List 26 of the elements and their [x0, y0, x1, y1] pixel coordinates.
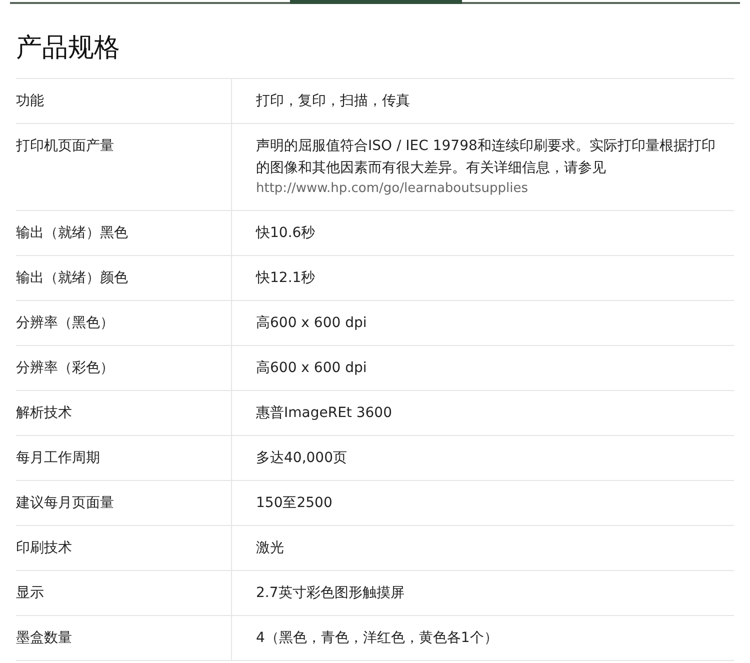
- section-title: 产品规格: [16, 32, 121, 65]
- spec-value: 高600 x 600 dpi: [256, 359, 368, 378]
- spec-value: 快10.6秒: [256, 224, 316, 243]
- spec-label: 解析技术: [16, 405, 72, 421]
- spec-label: 输出（就绪）颜色: [16, 270, 128, 286]
- spec-label: 分辨率（彩色）: [16, 360, 114, 376]
- spec-value: 4（黑色，青色，洋红色，黄色各1个）: [256, 629, 499, 648]
- spec-label: 显示: [16, 585, 44, 601]
- spec-value: 惠普ImageREt 3600: [256, 404, 393, 423]
- spec-value: 多达40,000页: [256, 449, 348, 468]
- spec-value: 快12.1秒: [256, 269, 316, 288]
- spec-label: 分辨率（黑色）: [16, 315, 114, 331]
- spec-label: 打印机页面产量: [16, 138, 114, 154]
- spec-value: 激光: [256, 539, 285, 558]
- spec-value: 打印，复印，扫描，传真: [256, 92, 411, 111]
- spec-label: 建议每月页面量: [16, 495, 114, 511]
- spec-label: 输出（就绪）黑色: [16, 225, 128, 241]
- spec-label: 墨盒数量: [16, 630, 72, 646]
- spec-value: 2.7英寸彩色图形触摸屏: [256, 584, 406, 603]
- spec-label: 每月工作周期: [16, 450, 100, 466]
- spec-label: 印刷技术: [16, 540, 72, 556]
- spec-value: 高600 x 600 dpi: [256, 314, 368, 333]
- spec-value: 声明的屈服值符合ISO / IEC 19798和连续印刷要求。实际打印量根据打印的图像和其他因素而有很大差异。有关详细信息，请参见: [256, 137, 716, 178]
- supplies-link[interactable]: http://www.hp.com/go/learnaboutsupplies: [256, 179, 528, 199]
- spec-value: 150至2500: [256, 494, 334, 513]
- spec-label: 功能: [16, 93, 44, 109]
